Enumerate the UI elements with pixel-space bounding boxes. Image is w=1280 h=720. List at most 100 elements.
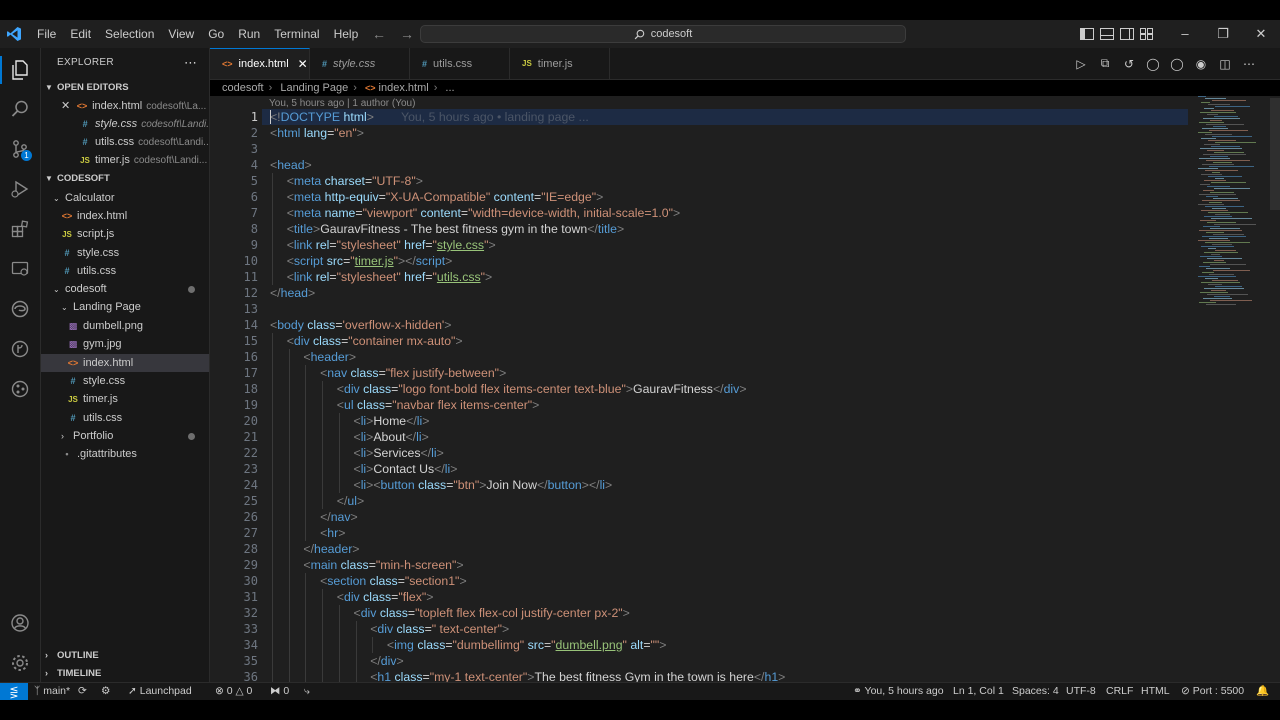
- code-line[interactable]: <link rel="stylesheet" href="utils.css">: [287, 269, 493, 285]
- cursor-position[interactable]: Ln 1, Col 1: [953, 683, 1004, 700]
- tab-style-css[interactable]: # style.css: [310, 48, 410, 79]
- code-line[interactable]: <li>Home</li>: [354, 413, 430, 429]
- code-line[interactable]: <hr>: [320, 525, 345, 541]
- gitlens-icon[interactable]: [8, 377, 32, 401]
- code-line[interactable]: <main class="min-h-screen">: [303, 557, 463, 573]
- file-item[interactable]: ▩ gym.jpg: [67, 335, 122, 353]
- file-item[interactable]: JS script.js: [61, 225, 114, 243]
- code-line[interactable]: <li><button class="btn">Join Now</button…: [354, 477, 613, 493]
- menu-terminal[interactable]: Terminal: [267, 20, 326, 48]
- open-editor-item[interactable]: # utils.css codesoft\Landi...: [79, 133, 209, 151]
- code-line[interactable]: <script src="timer.js"></script>: [287, 253, 453, 269]
- code-line[interactable]: </div>: [370, 653, 404, 669]
- menu-file[interactable]: File: [30, 20, 63, 48]
- tab-timer-js[interactable]: JS timer.js: [510, 48, 610, 79]
- code-line[interactable]: <nav class="flex justify-between">: [320, 365, 506, 381]
- previous-change-icon[interactable]: ◯: [1146, 57, 1160, 71]
- workspace-header[interactable]: ▼ CODESOFT: [41, 170, 209, 188]
- code-line[interactable]: <div class="topleft flex flex-col justif…: [354, 605, 630, 621]
- menu-edit[interactable]: Edit: [63, 20, 98, 48]
- breadcrumb-item[interactable]: ...: [445, 82, 454, 94]
- run-debug-icon[interactable]: [8, 177, 32, 201]
- live-server-status[interactable]: ⊘ Port : 5500: [1181, 683, 1244, 700]
- lightning-icon[interactable]: ⤷: [304, 683, 310, 700]
- close-icon[interactable]: ✕: [298, 57, 308, 71]
- notifications-bell-icon[interactable]: 🔔: [1256, 683, 1269, 700]
- code-line[interactable]: <li>Contact Us</li>: [354, 461, 458, 477]
- forward-arrow-icon[interactable]: →: [400, 26, 414, 42]
- breadcrumb-item[interactable]: index.html: [379, 82, 429, 94]
- run-icon[interactable]: ▷: [1074, 57, 1088, 71]
- edge-devtools-icon[interactable]: [8, 297, 32, 321]
- tab-utils-css[interactable]: # utils.css: [410, 48, 510, 79]
- open-editor-item[interactable]: ✕ <> index.html codesoft\La...: [41, 97, 209, 115]
- split-editor-icon[interactable]: ◫: [1218, 57, 1232, 71]
- search-view-icon[interactable]: [8, 97, 32, 121]
- file-item[interactable]: <> index.html: [61, 207, 127, 225]
- toggle-panel-icon[interactable]: [1100, 28, 1114, 40]
- menu-selection[interactable]: Selection: [98, 20, 161, 48]
- more-actions-icon[interactable]: ⋯: [1242, 57, 1256, 71]
- code-line[interactable]: <meta http-equiv="X-UA-Compatible" conte…: [287, 189, 604, 205]
- remote-explorer-icon[interactable]: [8, 257, 32, 281]
- extensions-icon[interactable]: [8, 217, 32, 241]
- open-editors-header[interactable]: ▼ OPEN EDITORS: [41, 79, 209, 97]
- code-line[interactable]: <body class='overflow-x-hidden'>: [270, 317, 451, 333]
- tab-index-html[interactable]: <> index.html ✕: [210, 48, 310, 79]
- folder-landing-page[interactable]: ⌄ Landing Page: [61, 298, 141, 316]
- blame-status[interactable]: ⚭ You, 5 hours ago: [853, 683, 944, 700]
- explorer-files-icon[interactable]: [8, 58, 32, 82]
- code-line[interactable]: <li>About</li>: [354, 429, 429, 445]
- settings-gear-icon[interactable]: [8, 651, 32, 675]
- next-change-icon[interactable]: ◯: [1170, 57, 1184, 71]
- code-line[interactable]: <div class="container mx-auto">: [287, 333, 463, 349]
- minimap[interactable]: [1192, 96, 1270, 316]
- code-line[interactable]: <!DOCTYPE html> You, 5 hours ago • landi…: [270, 109, 589, 125]
- menu-view[interactable]: View: [161, 20, 201, 48]
- code-line[interactable]: <title>GauravFitness - The best fitness …: [287, 221, 624, 237]
- breadcrumb-item[interactable]: codesoft: [222, 82, 264, 94]
- file-item[interactable]: # utils.css: [67, 409, 122, 427]
- sync-icon[interactable]: ⟳: [78, 683, 87, 700]
- code-line[interactable]: <li>Services</li>: [354, 445, 444, 461]
- file-item[interactable]: # utils.css: [61, 262, 116, 280]
- vertical-scrollbar[interactable]: [1270, 98, 1280, 210]
- breadcrumb-item[interactable]: Landing Page: [280, 82, 348, 94]
- gitlens-status-icon[interactable]: ⚙: [101, 683, 110, 700]
- branch-status[interactable]: ᛉ main*: [34, 683, 70, 700]
- close-icon[interactable]: ✕: [61, 97, 73, 115]
- encoding-status[interactable]: UTF-8: [1066, 683, 1096, 700]
- gitlens-toggle-icon[interactable]: ◉: [1194, 57, 1208, 71]
- file-item[interactable]: • .gitattributes: [61, 445, 137, 463]
- toggle-secondary-sidebar-icon[interactable]: [1120, 28, 1134, 40]
- code-line[interactable]: <ul class="navbar flex items-center">: [337, 397, 540, 413]
- code-line[interactable]: </head>: [270, 285, 315, 301]
- eol-status[interactable]: CRLF: [1106, 683, 1133, 700]
- code-line[interactable]: <img class="dumbellimg" src="dumbell.png…: [387, 637, 667, 653]
- timeline-header[interactable]: › TIMELINE: [41, 664, 209, 682]
- folder-portfolio[interactable]: › Portfolio: [61, 427, 113, 445]
- minimize-icon[interactable]: –: [1166, 20, 1204, 48]
- code-line[interactable]: <div class="flex">: [337, 589, 434, 605]
- codelens-blame[interactable]: You, 5 hours ago | 1 author (You): [269, 98, 415, 109]
- outline-header[interactable]: › OUTLINE: [41, 646, 209, 664]
- indentation-status[interactable]: Spaces: 4: [1012, 683, 1059, 700]
- file-item[interactable]: # style.css: [61, 244, 119, 262]
- file-item[interactable]: ▩ dumbell.png: [67, 317, 143, 335]
- file-item[interactable]: # style.css: [67, 372, 125, 390]
- code-line[interactable]: </header>: [303, 541, 359, 557]
- menu-go[interactable]: Go: [201, 20, 231, 48]
- open-changes-icon[interactable]: ↺: [1122, 57, 1136, 71]
- open-editor-item[interactable]: # style.css codesoft\Landi...: [79, 115, 209, 133]
- code-line[interactable]: </nav>: [320, 509, 358, 525]
- code-line[interactable]: <header>: [303, 349, 356, 365]
- menu-run[interactable]: Run: [231, 20, 267, 48]
- file-item-selected[interactable]: <> index.html: [41, 354, 209, 372]
- close-window-icon[interactable]: ✕: [1242, 20, 1280, 48]
- back-arrow-icon[interactable]: ←: [372, 26, 386, 42]
- language-mode[interactable]: HTML: [1141, 683, 1170, 700]
- restore-icon[interactable]: ❐: [1204, 20, 1242, 48]
- account-icon[interactable]: [8, 611, 32, 635]
- ports-status[interactable]: ⧓ 0: [270, 683, 289, 700]
- code-line[interactable]: <section class="section1">: [320, 573, 467, 589]
